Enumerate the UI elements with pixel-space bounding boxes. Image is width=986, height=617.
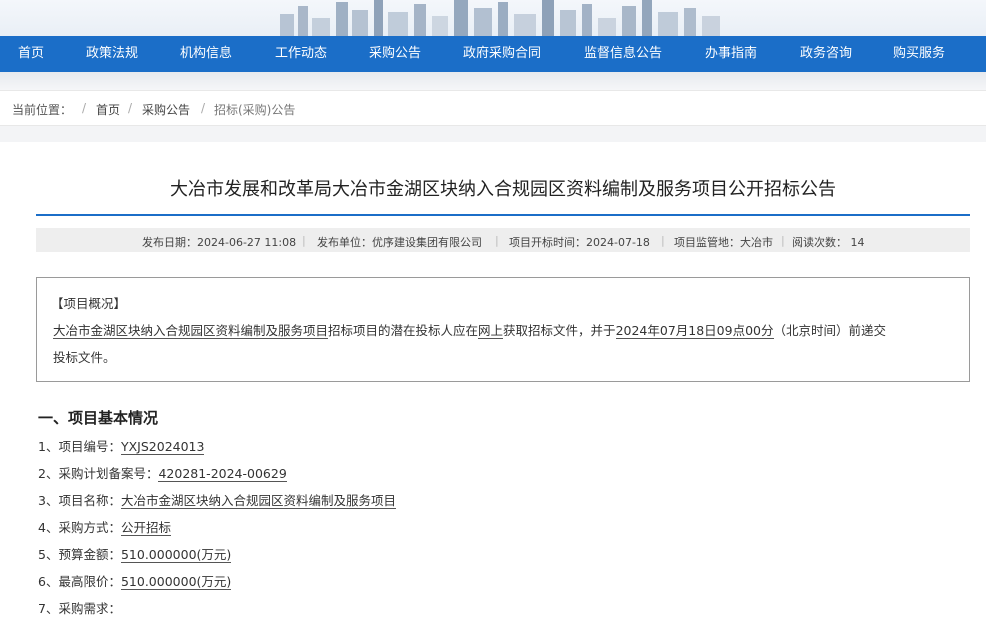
overview-paragraph: 大冶市金湖区块纳入合规园区资料编制及服务项目招标项目的潜在投标人应在网上获取招标… bbox=[53, 320, 886, 339]
title-divider bbox=[36, 214, 970, 216]
overview-text: 招标项目的潜在投标人应在 bbox=[328, 323, 479, 338]
item-label: 2、采购计划备案号： bbox=[38, 466, 159, 481]
breadcrumb-current[interactable]: 招标(采购)公告 bbox=[214, 101, 295, 118]
nav-item-supervision[interactable]: 监督信息公告 bbox=[584, 36, 662, 72]
meta-publish-date: 发布日期：2024-06-27 11:08 bbox=[142, 236, 297, 249]
nav-item-policy[interactable]: 政策法规 bbox=[86, 36, 138, 72]
overview-text: 获取招标文件，并于 bbox=[503, 323, 616, 338]
overview-paragraph-cont: 投标文件。 bbox=[53, 350, 116, 365]
item-value: 公开招标 bbox=[120, 520, 171, 536]
article-meta-bar: 发布日期：2024-06-27 11:08 | 发布单位：优序建设集团有限公司 … bbox=[36, 228, 970, 252]
breadcrumb-separator: / bbox=[128, 101, 133, 115]
breadcrumb: 当前位置： / 首页 / 采购公告 / 招标(采购)公告 bbox=[0, 90, 986, 126]
content-gap bbox=[0, 126, 986, 142]
nav-item-procurement-notices[interactable]: 采购公告 bbox=[369, 36, 421, 72]
item-value: 420281-2024-00629 bbox=[158, 466, 287, 482]
nav-item-news[interactable]: 工作动态 bbox=[275, 36, 327, 72]
list-item: 6、最高限价：510.000000(万元) bbox=[38, 571, 232, 590]
overview-deadline: 2024年07月18日09点00分 bbox=[615, 323, 774, 339]
list-item: 2、采购计划备案号：420281-2024-00629 bbox=[38, 463, 287, 482]
nav-item-home[interactable]: 首页 bbox=[18, 36, 44, 72]
item-value: 510.000000(万元) bbox=[120, 547, 232, 563]
nav-item-guide[interactable]: 办事指南 bbox=[705, 36, 757, 72]
nav-item-contracts[interactable]: 政府采购合同 bbox=[463, 36, 541, 72]
project-overview-box: 【项目概况】 大冶市金湖区块纳入合规园区资料编制及服务项目招标项目的潜在投标人应… bbox=[36, 277, 970, 382]
item-label: 5、预算金额： bbox=[38, 547, 121, 562]
overview-project-name: 大冶市金湖区块纳入合规园区资料编制及服务项目 bbox=[53, 323, 329, 339]
item-value: 大冶市金湖区块纳入合规园区资料编制及服务项目 bbox=[120, 493, 396, 509]
breadcrumb-home-link[interactable]: 首页 bbox=[96, 101, 120, 118]
city-skyline-image bbox=[280, 0, 720, 36]
item-value: 510.000000(万元) bbox=[120, 574, 232, 590]
breadcrumb-label: 当前位置： bbox=[12, 103, 73, 117]
item-label: 4、采购方式： bbox=[38, 520, 121, 535]
list-item: 4、采购方式：公开招标 bbox=[38, 517, 171, 536]
nav-item-purchase-service[interactable]: 购买服务 bbox=[893, 36, 945, 72]
breadcrumb-separator: / bbox=[201, 101, 206, 115]
list-item: 7、采购需求： bbox=[38, 598, 121, 617]
list-item: 5、预算金额：510.000000(万元) bbox=[38, 544, 232, 563]
meta-publisher: 发布单位：优序建设集团有限公司 bbox=[317, 236, 482, 249]
meta-supervision: 项目监管地：大冶市 bbox=[674, 236, 773, 249]
article-title: 大冶市发展和改革局大冶市金湖区块纳入合规园区资料编制及服务项目公开招标公告 bbox=[170, 179, 836, 200]
main-nav: 首页 政策法规 机构信息 工作动态 采购公告 政府采购合同 监督信息公告 办事指… bbox=[0, 36, 986, 72]
list-item: 1、项目编号：YXJS2024013 bbox=[38, 436, 205, 455]
breadcrumb-separator: / bbox=[82, 101, 87, 115]
item-label: 7、采购需求： bbox=[38, 601, 121, 616]
breadcrumb-category-link[interactable]: 采购公告 bbox=[142, 101, 190, 118]
item-label: 6、最高限价： bbox=[38, 574, 121, 589]
meta-open-date: 项目开标时间：2024-07-18 bbox=[509, 236, 650, 249]
nav-shadow bbox=[0, 72, 986, 90]
nav-item-consult[interactable]: 政务咨询 bbox=[800, 36, 852, 72]
overview-text: （北京时间）前递交 bbox=[773, 323, 887, 338]
section-heading: 一、项目基本情况 bbox=[38, 409, 159, 427]
overview-heading: 【项目概况】 bbox=[51, 296, 127, 311]
list-item: 3、项目名称：大冶市金湖区块纳入合规园区资料编制及服务项目 bbox=[38, 490, 396, 509]
item-label: 3、项目名称： bbox=[38, 493, 121, 508]
item-label: 1、项目编号： bbox=[38, 439, 121, 454]
header-banner bbox=[0, 0, 986, 36]
item-value: YXJS2024013 bbox=[120, 439, 205, 455]
nav-item-institutions[interactable]: 机构信息 bbox=[180, 36, 232, 72]
meta-views: 阅读次数： 14 bbox=[792, 236, 865, 249]
overview-place: 网上 bbox=[478, 323, 504, 339]
